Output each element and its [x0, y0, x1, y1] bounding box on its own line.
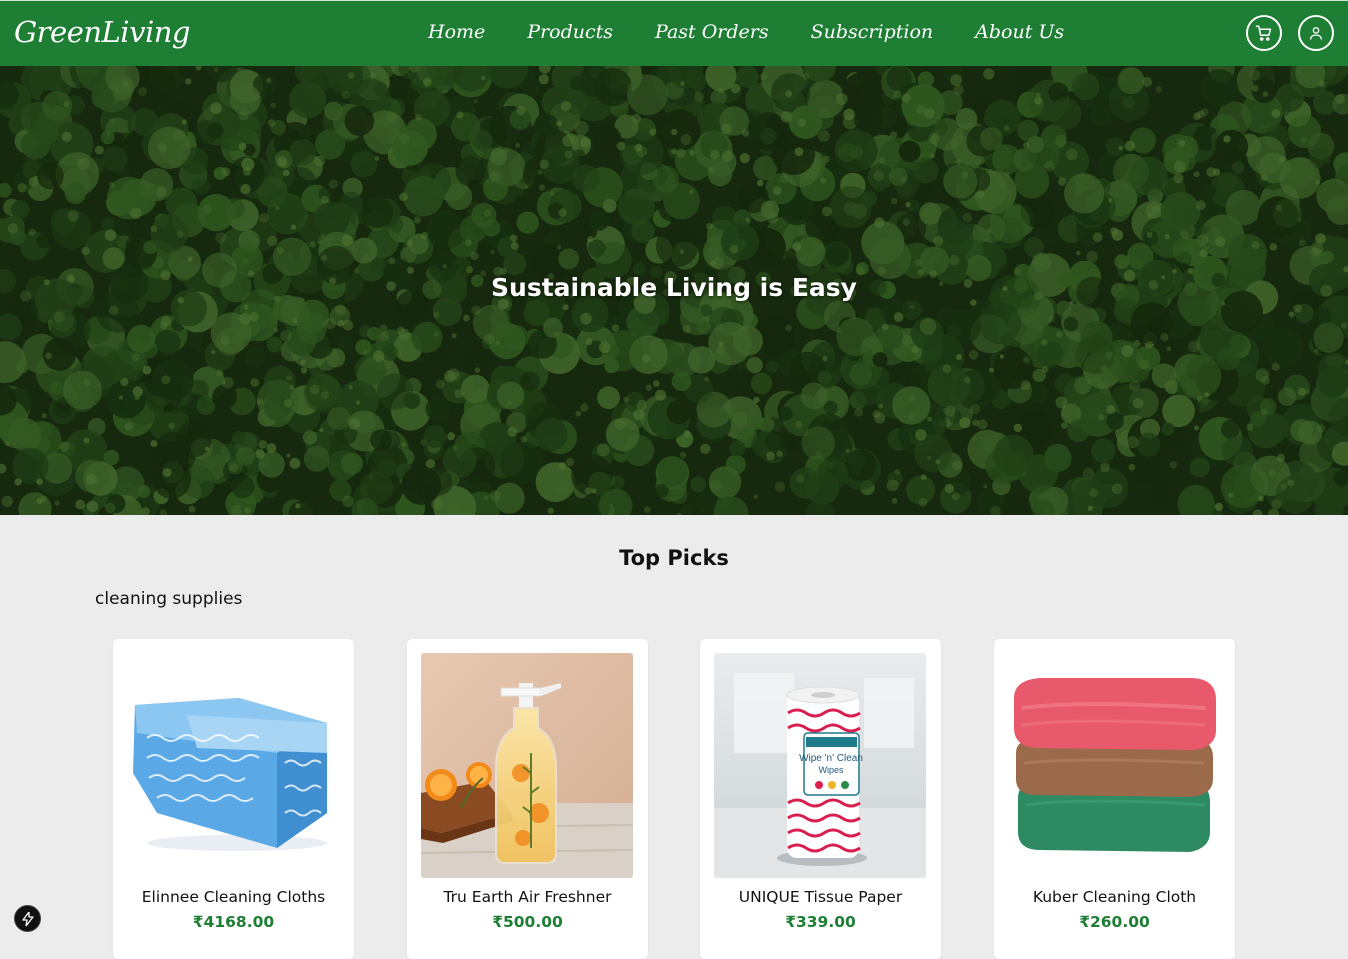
- product-price: ₹339.00: [700, 913, 941, 931]
- product-name: Elinnee Cleaning Cloths: [113, 888, 354, 906]
- cart-icon: [1255, 24, 1273, 42]
- hero-title: Sustainable Living is Easy: [0, 273, 1348, 302]
- nav-links: Home Products Past Orders Subscription A…: [428, 21, 1106, 43]
- hero-banner: Sustainable Living is Easy: [0, 66, 1348, 515]
- user-account-button[interactable]: [1298, 15, 1334, 51]
- nav-link-subscription[interactable]: Subscription: [811, 21, 934, 43]
- product-image: [1008, 653, 1220, 878]
- product-price: ₹4168.00: [113, 913, 354, 931]
- product-price: ₹260.00: [994, 913, 1235, 931]
- product-name: Kuber Cleaning Cloth: [994, 888, 1235, 906]
- user-icon: [1308, 25, 1324, 41]
- product-image: [127, 653, 339, 878]
- svg-text:Wipe 'n' Clean: Wipe 'n' Clean: [799, 753, 863, 764]
- product-card[interactable]: Tru Earth Air Freshner ₹500.00: [407, 639, 648, 959]
- nav-link-past-orders[interactable]: Past Orders: [655, 21, 769, 43]
- product-image: Wipe 'n' Clean Wipes: [714, 653, 926, 878]
- nav-link-products[interactable]: Products: [527, 21, 613, 43]
- product-name: UNIQUE Tissue Paper: [700, 888, 941, 906]
- top-picks-title: Top Picks: [0, 546, 1348, 570]
- dev-tools-badge[interactable]: [14, 905, 41, 932]
- svg-text:Wipes: Wipes: [818, 765, 844, 775]
- nav-link-home[interactable]: Home: [428, 21, 485, 43]
- product-card[interactable]: Elinnee Cleaning Cloths ₹4168.00: [113, 639, 354, 959]
- product-name: Tru Earth Air Freshner: [407, 888, 648, 906]
- product-image: [421, 653, 633, 878]
- brand-logo[interactable]: GreenLiving: [14, 15, 190, 49]
- cart-button[interactable]: [1246, 15, 1282, 51]
- nav-link-about-us[interactable]: About Us: [975, 21, 1064, 43]
- lightning-icon: [22, 912, 34, 926]
- category-label: cleaning supplies: [95, 589, 242, 609]
- product-price: ₹500.00: [407, 913, 648, 931]
- product-card[interactable]: Wipe 'n' Clean Wipes UNIQUE Tissue Paper…: [700, 639, 941, 959]
- product-card[interactable]: Kuber Cleaning Cloth ₹260.00: [994, 639, 1235, 959]
- navbar: GreenLiving Home Products Past Orders Su…: [0, 0, 1348, 66]
